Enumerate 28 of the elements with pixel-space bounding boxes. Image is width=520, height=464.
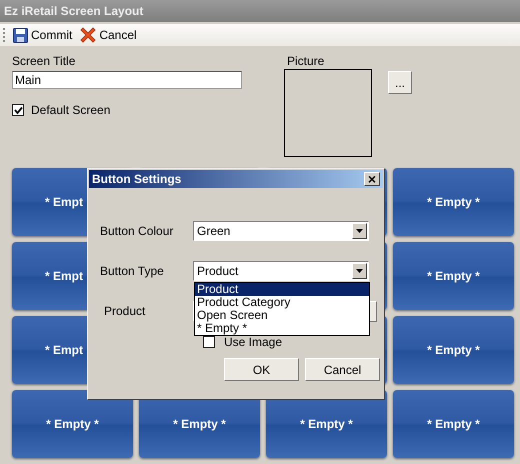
cancel-button[interactable]: Cancel: [78, 27, 139, 43]
cancel-x-icon: [80, 27, 96, 43]
checkbox-label: Default Screen: [31, 103, 110, 117]
browse-button[interactable]: ...: [388, 71, 412, 94]
tile-button[interactable]: * Empty *: [393, 168, 514, 236]
checkbox[interactable]: [203, 336, 215, 348]
type-dropdown[interactable]: Product: [193, 261, 369, 281]
tile-button[interactable]: * Empty *: [393, 316, 514, 384]
checkbox[interactable]: [12, 104, 24, 116]
cancel-button[interactable]: Cancel: [305, 358, 380, 381]
window-title: Ez iRetail Screen Layout: [0, 0, 520, 22]
ok-button[interactable]: OK: [224, 358, 299, 381]
dropdown-option[interactable]: Open Screen: [195, 309, 369, 322]
close-button[interactable]: ×: [364, 172, 380, 186]
checkbox-label: Use Image: [224, 335, 282, 349]
field-label: Screen Title: [12, 54, 76, 68]
commit-button[interactable]: Commit: [11, 28, 74, 42]
dropdown-option[interactable]: * Empty *: [195, 322, 369, 335]
tile-button[interactable]: * Empty *: [393, 242, 514, 310]
tile-button[interactable]: * Empty *: [12, 390, 133, 458]
tile-button[interactable]: * Empty *: [393, 390, 514, 458]
dropdown-arrow-icon[interactable]: [356, 269, 363, 273]
dropdown-option[interactable]: Product: [195, 283, 369, 296]
dropdown-option[interactable]: Product Category: [195, 296, 369, 309]
screen-title-field[interactable]: Main: [12, 71, 242, 89]
colour-dropdown[interactable]: Green: [193, 221, 369, 241]
field-label: Picture: [287, 54, 326, 68]
dropdown-arrow-icon[interactable]: [356, 229, 363, 233]
